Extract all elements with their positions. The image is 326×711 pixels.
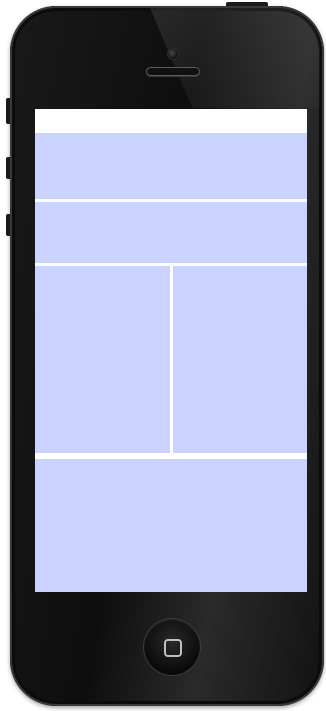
camera-icon bbox=[168, 49, 178, 59]
content-block-2[interactable] bbox=[35, 202, 307, 263]
content-block-1[interactable] bbox=[35, 133, 307, 199]
speaker-icon bbox=[146, 67, 200, 76]
home-button[interactable] bbox=[144, 619, 200, 675]
phone-screen bbox=[35, 109, 307, 592]
content-block-3-right[interactable] bbox=[173, 266, 307, 453]
status-bar bbox=[35, 109, 307, 133]
content-block-4[interactable] bbox=[35, 459, 307, 592]
stage bbox=[0, 0, 326, 711]
content-block-3-left[interactable] bbox=[35, 266, 170, 453]
home-square-icon bbox=[164, 639, 182, 657]
